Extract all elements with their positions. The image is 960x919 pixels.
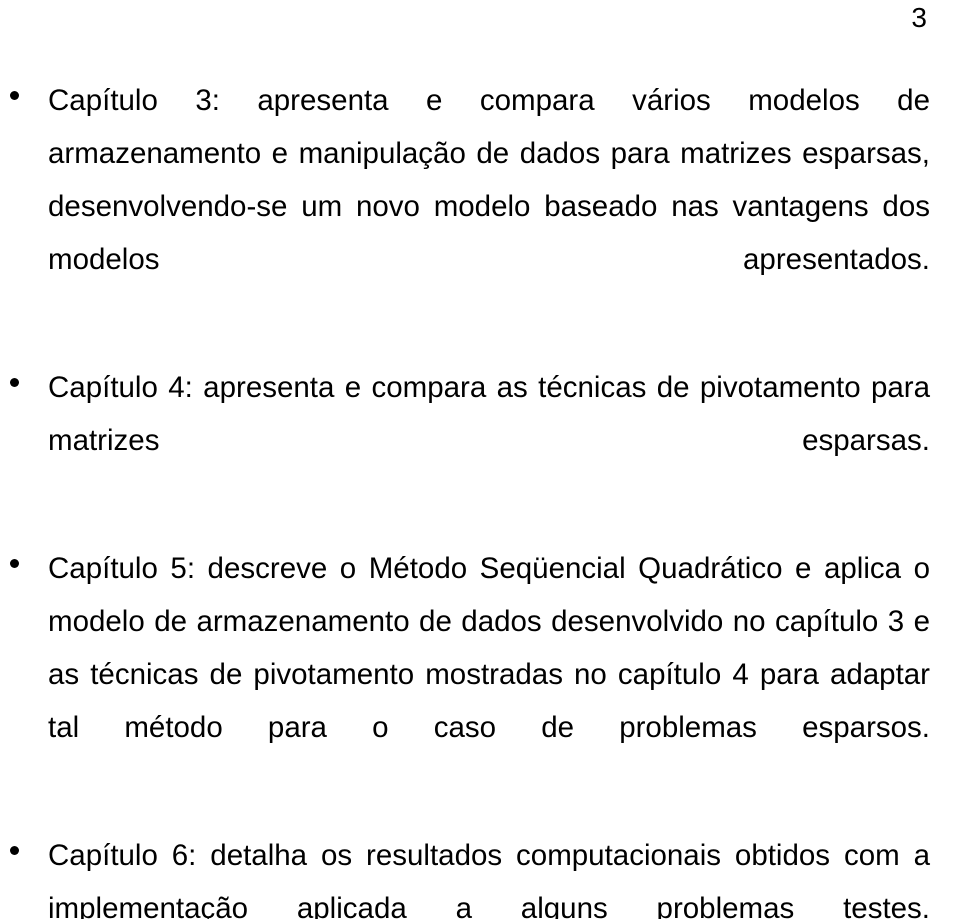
bullet-paragraph-capitulo-4: Capítulo 4: apresenta e compara as técni… [48, 371, 930, 457]
list-item: Capítulo 3: apresenta e compara vários m… [0, 74, 960, 339]
page-body: Capítulo 3: apresenta e compara vários m… [0, 74, 960, 919]
list-item: Capítulo 5: descreve o Método Seqüencial… [0, 542, 960, 807]
chapter-bullet-list: Capítulo 3: apresenta e compara vários m… [0, 74, 960, 919]
bullet-paragraph-capitulo-5: Capítulo 5: descreve o Método Seqüencial… [48, 552, 930, 744]
list-item: Capítulo 4: apresenta e compara as técni… [0, 361, 960, 520]
bullet-dot-icon [10, 378, 19, 387]
bullet-dot-icon [10, 846, 19, 855]
bullet-paragraph-capitulo-3: Capítulo 3: apresenta e compara vários m… [48, 84, 930, 276]
bullet-dot-icon [10, 91, 19, 100]
document-page: 3 Capítulo 3: apresenta e compara vários… [0, 0, 960, 919]
page-number: 3 [911, 2, 927, 33]
bullet-paragraph-capitulo-6: Capítulo 6: detalha os resultados comput… [48, 839, 930, 919]
bullet-dot-icon [10, 559, 19, 568]
list-item: Capítulo 6: detalha os resultados comput… [0, 829, 960, 919]
